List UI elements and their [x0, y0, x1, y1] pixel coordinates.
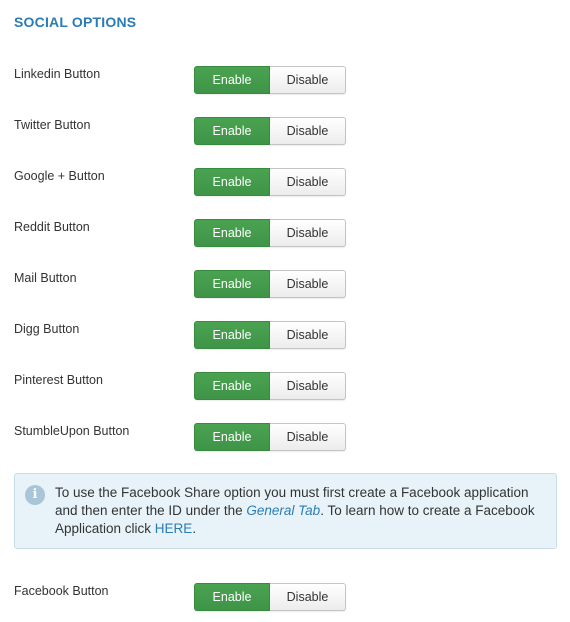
general-tab-link[interactable]: General Tab — [246, 503, 320, 518]
disable-button[interactable]: Disable — [270, 372, 346, 400]
info-text-after: . — [192, 521, 197, 536]
facebook-info-box: i To use the Facebook Share option you m… — [14, 473, 557, 549]
disable-button[interactable]: Disable — [270, 583, 346, 611]
disable-button[interactable]: Disable — [270, 423, 346, 451]
option-row-pinterest: Pinterest Button Enable Disable — [14, 372, 554, 400]
option-label: StumbleUpon Button — [14, 424, 130, 438]
option-row-facebook: Facebook Button Enable Disable — [14, 583, 554, 611]
option-row-twitter: Twitter Button Enable Disable — [14, 117, 554, 145]
option-row-mail: Mail Button Enable Disable — [14, 270, 554, 298]
mail-toggle: Enable Disable — [194, 270, 346, 298]
enable-button[interactable]: Enable — [194, 372, 270, 400]
option-label: Pinterest Button — [14, 373, 103, 387]
option-label: Digg Button — [14, 322, 80, 336]
reddit-toggle: Enable Disable — [194, 219, 346, 247]
social-options-title: SOCIAL OPTIONS — [14, 14, 137, 30]
option-row-reddit: Reddit Button Enable Disable — [14, 219, 554, 247]
option-row-digg: Digg Button Enable Disable — [14, 321, 554, 349]
option-row-linkedin: Linkedin Button Enable Disable — [14, 66, 554, 94]
option-label: Twitter Button — [14, 118, 91, 132]
option-label: Linkedin Button — [14, 67, 101, 81]
google-plus-toggle: Enable Disable — [194, 168, 346, 196]
info-message: To use the Facebook Share option you mus… — [55, 484, 550, 538]
option-label: Facebook Button — [14, 584, 109, 598]
enable-button[interactable]: Enable — [194, 270, 270, 298]
info-icon: i — [25, 485, 45, 505]
here-link[interactable]: HERE — [155, 521, 193, 536]
pinterest-toggle: Enable Disable — [194, 372, 346, 400]
enable-button[interactable]: Enable — [194, 583, 270, 611]
option-label: Reddit Button — [14, 220, 90, 234]
option-label: Google + Button — [14, 169, 105, 183]
disable-button[interactable]: Disable — [270, 270, 346, 298]
option-label: Mail Button — [14, 271, 77, 285]
disable-button[interactable]: Disable — [270, 168, 346, 196]
disable-button[interactable]: Disable — [270, 321, 346, 349]
enable-button[interactable]: Enable — [194, 321, 270, 349]
disable-button[interactable]: Disable — [270, 219, 346, 247]
twitter-toggle: Enable Disable — [194, 117, 346, 145]
enable-button[interactable]: Enable — [194, 168, 270, 196]
enable-button[interactable]: Enable — [194, 66, 270, 94]
option-row-google-plus: Google + Button Enable Disable — [14, 168, 554, 196]
stumbleupon-toggle: Enable Disable — [194, 423, 346, 451]
option-row-stumbleupon: StumbleUpon Button Enable Disable — [14, 423, 554, 451]
disable-button[interactable]: Disable — [270, 117, 346, 145]
disable-button[interactable]: Disable — [270, 66, 346, 94]
enable-button[interactable]: Enable — [194, 117, 270, 145]
linkedin-toggle: Enable Disable — [194, 66, 346, 94]
enable-button[interactable]: Enable — [194, 219, 270, 247]
digg-toggle: Enable Disable — [194, 321, 346, 349]
facebook-toggle: Enable Disable — [194, 583, 346, 611]
enable-button[interactable]: Enable — [194, 423, 270, 451]
